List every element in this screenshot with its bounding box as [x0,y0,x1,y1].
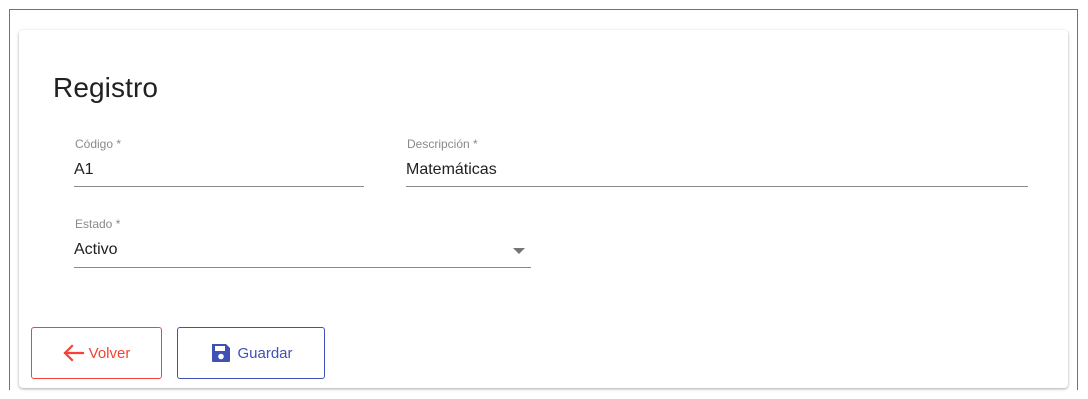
guardar-button[interactable]: Guardar [177,327,325,379]
estado-selected-value[interactable]: Activo [74,241,531,259]
volver-label: Volver [88,344,131,362]
estado-select[interactable]: Estado * Activo [74,217,531,268]
codigo-field[interactable]: Código * A1 [74,137,364,187]
page-title: Registro [53,72,159,103]
estado-label: Estado * [75,217,121,231]
descripcion-label: Descripción * [407,137,478,151]
form-card: Registro Código * A1 Descripción * Matem… [19,30,1068,388]
descripcion-field[interactable]: Descripción * Matemáticas [406,137,1028,187]
arrow-left-icon [63,344,85,362]
save-icon [209,341,233,365]
descripcion-underline [406,186,1028,187]
codigo-input[interactable]: A1 [74,161,364,179]
estado-underline [74,267,531,268]
codigo-underline [74,186,364,187]
descripcion-input[interactable]: Matemáticas [406,161,1028,179]
codigo-label: Código * [75,137,122,151]
guardar-label: Guardar [237,344,293,362]
caret-down-icon[interactable] [513,248,525,254]
volver-button[interactable]: Volver [31,327,162,379]
